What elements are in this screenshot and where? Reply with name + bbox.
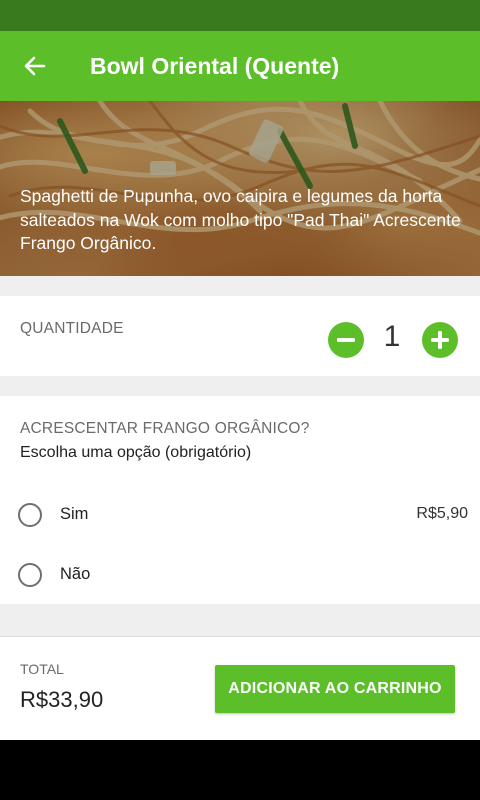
arrow-back-icon xyxy=(24,56,46,76)
option-label: Não xyxy=(60,565,91,583)
option-group-subtitle: Escolha uma opção (obrigatório) xyxy=(20,444,252,461)
option-row-sim[interactable]: Sim R$5,90 xyxy=(0,490,480,540)
status-bar xyxy=(0,0,480,31)
option-group: ACRESCENTAR FRANGO ORGÂNICO? Escolha uma… xyxy=(0,396,480,604)
radio-button[interactable] xyxy=(18,503,42,527)
system-navigation-bar xyxy=(0,740,480,800)
option-price: R$5,90 xyxy=(416,505,468,522)
quantity-value: 1 xyxy=(383,320,401,353)
decrease-quantity-button[interactable] xyxy=(328,322,364,358)
quantity-label: QUANTIDADE xyxy=(20,320,124,337)
plus-circle-icon xyxy=(431,331,449,349)
cart-footer: TOTAL R$33,90 ADICIONAR AO CARRINHO xyxy=(0,636,480,741)
increase-quantity-button[interactable] xyxy=(422,322,458,358)
total-value: R$33,90 xyxy=(20,687,104,712)
back-button[interactable] xyxy=(18,49,52,83)
app-bar: Bowl Oriental (Quente) xyxy=(0,31,480,101)
option-group-title: ACRESCENTAR FRANGO ORGÂNICO? xyxy=(20,420,310,437)
radio-button[interactable] xyxy=(18,563,42,587)
content-area: QUANTIDADE 1 ACRESCENTAR FRANGO ORGÂNICO… xyxy=(0,276,480,741)
option-label: Sim xyxy=(60,505,89,523)
total-label: TOTAL xyxy=(20,661,64,677)
product-image: Spaghetti de Pupunha, ovo caipira e legu… xyxy=(0,101,480,276)
product-description: Spaghetti de Pupunha, ovo caipira e legu… xyxy=(20,186,461,253)
add-to-cart-button[interactable]: ADICIONAR AO CARRINHO xyxy=(215,665,455,713)
minus-circle-icon xyxy=(337,338,355,342)
option-row-nao[interactable]: Não xyxy=(0,550,480,600)
quantity-section: QUANTIDADE 1 xyxy=(0,296,480,376)
page-title: Bowl Oriental (Quente) xyxy=(90,53,340,79)
